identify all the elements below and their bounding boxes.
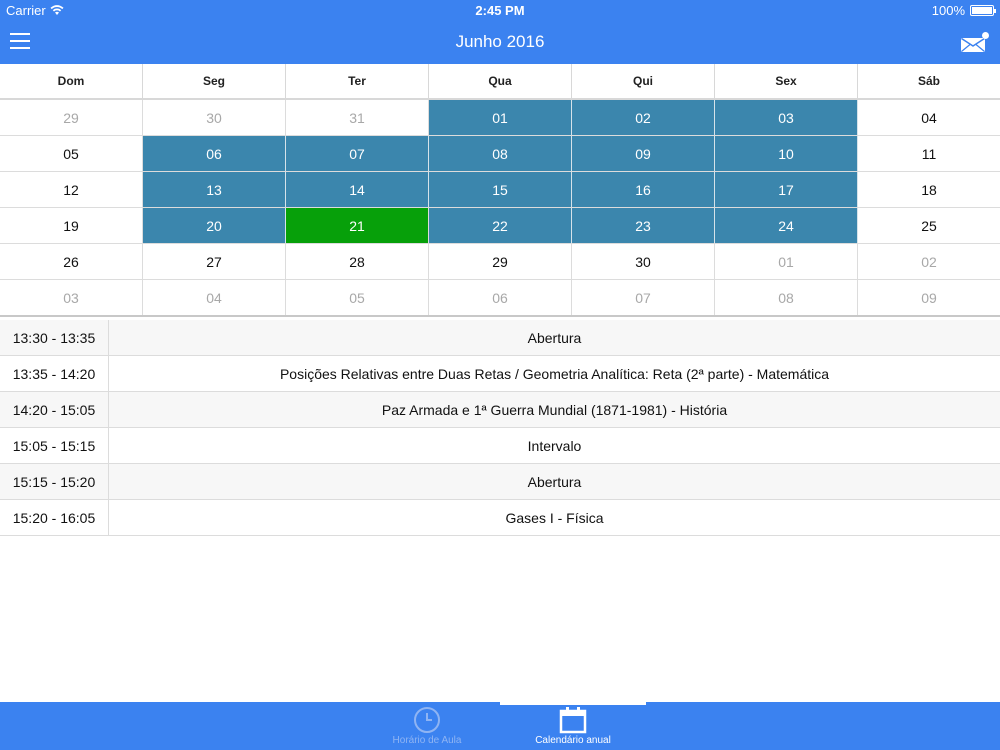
status-bar: Carrier 2:45 PM 100%	[0, 0, 1000, 20]
battery-level-fill	[972, 7, 992, 14]
clock-icon	[414, 707, 440, 733]
status-time: 2:45 PM	[475, 3, 525, 18]
calendar-day[interactable]: 12	[0, 172, 143, 207]
calendar-day[interactable]: 25	[858, 208, 1000, 243]
calendar-day[interactable]: 02	[858, 244, 1000, 279]
weekday-wednesday: Qua	[429, 64, 572, 98]
page-title: Junho 2016	[455, 32, 545, 51]
calendar-day[interactable]: 05	[0, 136, 143, 171]
calendar-day[interactable]: 15	[429, 172, 572, 207]
weekday-friday: Sex	[715, 64, 858, 98]
calendar-day[interactable]: 04	[143, 280, 286, 315]
calendar-day[interactable]: 09	[572, 136, 715, 171]
calendar-week-row: 05 06 07 08 09 10 11	[0, 136, 1000, 172]
tab-annual-calendar[interactable]: Calendário anual	[500, 702, 646, 750]
daily-schedule-list: 13:30 - 13:35 Abertura 13:35 - 14:20 Pos…	[0, 320, 1000, 536]
weekday-saturday: Sáb	[917, 74, 940, 88]
schedule-row[interactable]: 13:35 - 14:20 Posições Relativas entre D…	[0, 356, 1000, 392]
calendar-day[interactable]: 19	[0, 208, 143, 243]
battery-indicator: 100%	[931, 3, 996, 18]
calendar-day[interactable]: 11	[858, 136, 1000, 171]
calendar-day[interactable]: 29	[0, 100, 143, 135]
navigation-bar: Junho 2016	[0, 20, 1000, 64]
mail-notification-icon[interactable]	[960, 31, 990, 53]
schedule-subject: Abertura	[527, 329, 582, 346]
calendar-day[interactable]: 06	[429, 280, 572, 315]
calendar-day[interactable]: 10	[715, 136, 858, 171]
calendar-day[interactable]: 07	[286, 136, 429, 171]
calendar-day[interactable]: 05	[286, 280, 429, 315]
calendar-week-row: 26 27 28 29 30 01 02	[0, 244, 1000, 280]
schedule-row[interactable]: 15:05 - 15:15 Intervalo	[0, 428, 1000, 464]
schedule-subject: Gases I - Física	[505, 509, 604, 526]
calendar-day[interactable]: 20	[143, 208, 286, 243]
calendar-day[interactable]: 07	[572, 280, 715, 315]
calendar-day[interactable]: 06	[143, 136, 286, 171]
calendar-day[interactable]: 09	[858, 280, 1000, 315]
calendar-day[interactable]: 18	[858, 172, 1000, 207]
schedule-subject: Abertura	[527, 473, 582, 490]
tab-bar: Horário de Aula Calendário anual	[0, 702, 1000, 750]
calendar-day[interactable]: 28	[286, 244, 429, 279]
calendar-day[interactable]: 29	[429, 244, 572, 279]
calendar-day[interactable]: 24	[715, 208, 858, 243]
weekday-header: Dom Seg Ter Qua Qui Sex Sáb	[0, 64, 1000, 100]
schedule-row[interactable]: 15:15 - 15:20 Abertura	[0, 464, 1000, 500]
schedule-row[interactable]: 15:20 - 16:05 Gases I - Física	[0, 500, 1000, 536]
calendar-day[interactable]: 03	[0, 280, 143, 315]
weekday-sunday: Dom	[0, 64, 143, 98]
calendar-day[interactable]: 08	[429, 136, 572, 171]
calendar-day[interactable]: 14	[286, 172, 429, 207]
schedule-subject: Intervalo	[527, 437, 582, 454]
calendar-day[interactable]: 27	[143, 244, 286, 279]
schedule-time: 14:20 - 15:05	[0, 392, 109, 427]
calendar-day[interactable]: 30	[143, 100, 286, 135]
calendar-day[interactable]: 23	[572, 208, 715, 243]
calendar-week-row: 12 13 14 15 16 17 18	[0, 172, 1000, 208]
weekday-tuesday: Ter	[286, 64, 429, 98]
schedule-time: 13:35 - 14:20	[0, 356, 109, 391]
tab-annual-calendar-label: Calendário anual	[535, 735, 611, 746]
calendar-day[interactable]: 04	[858, 100, 1000, 135]
calendar-icon	[559, 707, 587, 734]
calendar-day-selected[interactable]: 21	[286, 208, 429, 243]
calendar-day[interactable]: 16	[572, 172, 715, 207]
calendar-day[interactable]: 13	[143, 172, 286, 207]
schedule-subject: Paz Armada e 1ª Guerra Mundial (1871-198…	[381, 401, 728, 418]
schedule-time: 15:05 - 15:15	[0, 428, 109, 463]
calendar-day[interactable]: 03	[715, 100, 858, 135]
battery-icon	[970, 5, 996, 16]
calendar-day[interactable]: 02	[572, 100, 715, 135]
schedule-time: 15:20 - 16:05	[0, 500, 109, 535]
calendar-day[interactable]: 31	[286, 100, 429, 135]
tab-class-schedule[interactable]: Horário de Aula	[354, 702, 500, 750]
calendar-week-row: 19 20 21 22 23 24 25	[0, 208, 1000, 244]
calendar-day[interactable]: 08	[715, 280, 858, 315]
schedule-time: 13:30 - 13:35	[0, 320, 109, 355]
calendar-week-row: 29 30 31 01 02 03 04	[0, 100, 1000, 136]
battery-percent: 100%	[931, 3, 965, 18]
calendar-day[interactable]: 17	[715, 172, 858, 207]
calendar-week-row: 03 04 05 06 07 08 09	[0, 280, 1000, 316]
schedule-row[interactable]: 13:30 - 13:35 Abertura	[0, 320, 1000, 356]
weekday-thursday: Qui	[572, 64, 715, 98]
calendar-day[interactable]: 01	[715, 244, 858, 279]
month-calendar: Dom Seg Ter Qua Qui Sex Sáb 29 30 31 01 …	[0, 64, 1000, 317]
schedule-row[interactable]: 14:20 - 15:05 Paz Armada e 1ª Guerra Mun…	[0, 392, 1000, 428]
tab-class-schedule-label: Horário de Aula	[392, 735, 462, 746]
schedule-subject: Posições Relativas entre Duas Retas / Ge…	[279, 365, 830, 382]
calendar-day[interactable]: 30	[572, 244, 715, 279]
calendar-day[interactable]: 01	[429, 100, 572, 135]
calendar-day[interactable]: 26	[0, 244, 143, 279]
calendar-day[interactable]: 22	[429, 208, 572, 243]
weekday-monday: Seg	[143, 64, 286, 98]
calendar-divider	[0, 315, 1000, 317]
schedule-time: 15:15 - 15:20	[0, 464, 109, 499]
